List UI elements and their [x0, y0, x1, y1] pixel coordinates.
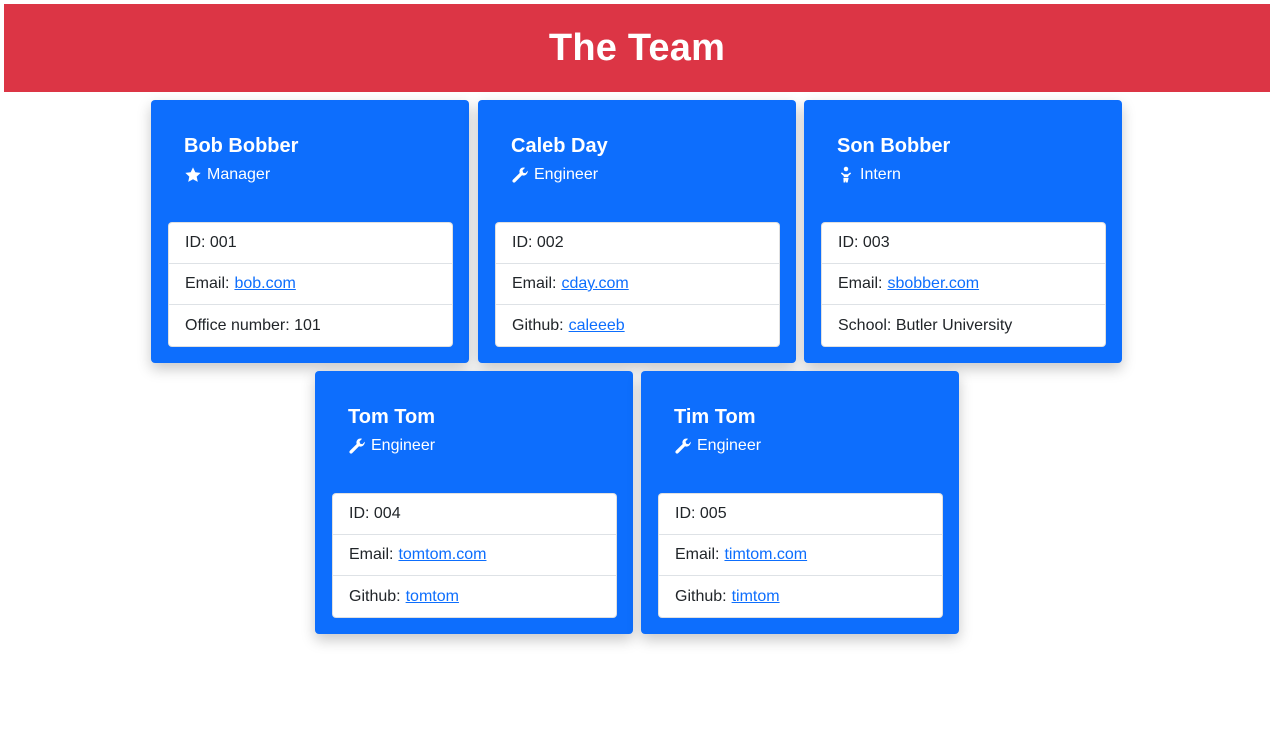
github-link[interactable]: caleeeb	[569, 317, 625, 335]
email-row: Email: cday.com	[496, 264, 779, 305]
school-label: School:	[838, 316, 892, 334]
employee-card: Bob Bobber Manager ID: 001 Email: bob.com…	[151, 100, 469, 363]
office-number-value: 101	[294, 316, 321, 334]
email-link[interactable]: timtom.com	[724, 546, 807, 564]
email-label: Email:	[675, 546, 720, 563]
star-icon	[184, 166, 202, 184]
role-label: Engineer	[371, 437, 436, 454]
employee-name: Caleb Day	[511, 135, 608, 157]
card-header: Tom Tom Engineer	[348, 404, 435, 456]
email-link[interactable]: bob.com	[234, 275, 295, 293]
id-row: ID: 002	[496, 223, 779, 264]
id-row: ID: 003	[822, 223, 1105, 264]
id-label: ID:	[512, 234, 533, 251]
id-value: 003	[862, 234, 890, 251]
employee-details-list: ID: 005 Email: timtom.com Github: timtom	[658, 493, 943, 618]
github-label: Github:	[512, 316, 564, 334]
employee-details-list: ID: 001 Email: bob.com Office number: 101	[168, 222, 453, 347]
email-label: Email:	[512, 275, 557, 292]
employee-card: Tim Tom Engineer ID: 005 Email: timtom.co…	[641, 371, 959, 634]
wrench-icon	[348, 437, 366, 455]
id-value: 004	[373, 505, 401, 522]
child-icon	[837, 166, 855, 184]
school-row: School: Butler University	[822, 305, 1105, 346]
employee-role: Engineer	[511, 165, 608, 185]
github-row: Github: tomtom	[333, 576, 616, 617]
employee-role: Manager	[184, 165, 298, 185]
employee-role: Intern	[837, 165, 950, 185]
role-label: Engineer	[534, 166, 599, 183]
github-row: Github: timtom	[659, 576, 942, 617]
employee-card: Tom Tom Engineer ID: 004 Email: tomtom.co…	[315, 371, 633, 634]
wrench-icon	[674, 437, 692, 455]
card-header: Tim Tom Engineer	[674, 404, 761, 456]
github-link[interactable]: tomtom	[406, 588, 459, 606]
employee-details-list: ID: 003 Email: sbobber.com School: Butler…	[821, 222, 1106, 347]
employee-details-list: ID: 004 Email: tomtom.com Github: tomtom	[332, 493, 617, 618]
wrench-icon	[511, 166, 529, 184]
id-label: ID:	[349, 505, 370, 522]
employee-name: Tom Tom	[348, 406, 436, 428]
card-header: Bob Bobber Manager	[184, 133, 298, 185]
id-value: 001	[209, 234, 237, 251]
id-label: ID:	[185, 234, 206, 251]
github-label: Github:	[349, 587, 401, 605]
employee-name: Bob Bobber	[184, 135, 299, 157]
email-label: Email:	[185, 275, 230, 292]
page-header: The Team	[4, 4, 1270, 92]
id-label: ID:	[838, 234, 859, 251]
employee-card: Son Bobber Intern ID: 003 Email: sbobber.…	[804, 100, 1122, 363]
employee-name: Son Bobber	[837, 135, 951, 157]
email-link[interactable]: cday.com	[561, 275, 628, 293]
office-number-label: Office number:	[185, 316, 290, 334]
card-header: Caleb Day Engineer	[511, 133, 608, 185]
id-value: 002	[536, 234, 564, 251]
email-row: Email: tomtom.com	[333, 535, 616, 576]
github-link[interactable]: timtom	[732, 588, 780, 606]
employee-details-list: ID: 002 Email: cday.com Github: caleeeb	[495, 222, 780, 347]
email-link[interactable]: tomtom.com	[398, 546, 486, 564]
github-row: Github: caleeeb	[496, 305, 779, 346]
employee-name: Tim Tom	[674, 406, 756, 428]
id-row: ID: 004	[333, 494, 616, 535]
card-header: Son Bobber Intern	[837, 133, 950, 185]
office-number-row: Office number: 101	[169, 305, 452, 346]
github-label: Github:	[675, 587, 727, 605]
id-value: 005	[699, 505, 727, 522]
employee-role: Engineer	[674, 436, 761, 456]
email-row: Email: bob.com	[169, 264, 452, 305]
email-row: Email: timtom.com	[659, 535, 942, 576]
id-row: ID: 001	[169, 223, 452, 264]
school-value: Butler University	[895, 316, 1013, 334]
employee-card: Caleb Day Engineer ID: 002 Email: cday.co…	[478, 100, 796, 363]
email-label: Email:	[838, 275, 883, 292]
email-label: Email:	[349, 546, 394, 563]
role-label: Engineer	[697, 437, 762, 454]
email-row: Email: sbobber.com	[822, 264, 1105, 305]
role-label: Manager	[207, 166, 271, 183]
page-title: The Team	[548, 26, 726, 69]
email-link[interactable]: sbobber.com	[887, 275, 979, 293]
id-row: ID: 005	[659, 494, 942, 535]
id-label: ID:	[675, 505, 696, 522]
employee-role: Engineer	[348, 436, 435, 456]
role-label: Intern	[860, 166, 901, 183]
